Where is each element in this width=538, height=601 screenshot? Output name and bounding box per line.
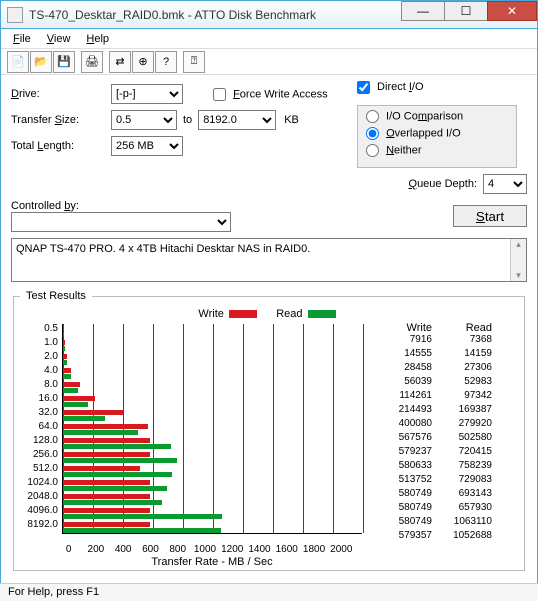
window-title: TS-470_Desktar_RAID0.bmk - ATTO Disk Ben… (29, 8, 402, 22)
col-read: Read (432, 322, 492, 334)
arrows-icon[interactable]: ⇄ (109, 51, 131, 73)
neither-radio[interactable]: Neither (366, 144, 508, 161)
chart-y-labels: 0.51.02.04.08.016.032.064.0128.0256.0512… (20, 322, 62, 544)
read-swatch-icon (308, 310, 336, 318)
queue-depth-label: Queue Depth: (409, 178, 478, 190)
overlapped-io-radio[interactable]: Overlapped I/O (366, 127, 508, 144)
results-table: Write Read 79167368145551415928458273065… (372, 322, 492, 544)
direct-io-checkbox[interactable]: Direct I/O (357, 81, 424, 93)
test-results-group: Test Results Write Read 0.51.02.04.08.01… (13, 290, 525, 571)
transfer-size-label: Transfer Size: (11, 114, 111, 126)
io-mode-group: I/O Comparison Overlapped I/O Neither (357, 105, 517, 168)
drive-select[interactable]: [-p-] (111, 84, 183, 104)
total-length-label: Total Length: (11, 140, 111, 152)
maximize-button[interactable]: ☐ (444, 1, 488, 21)
transfer-from-select[interactable]: 0.5 (111, 110, 177, 130)
close-button[interactable]: ✕ (487, 1, 537, 21)
col-write: Write (372, 322, 432, 334)
legend-read-label: Read (276, 308, 302, 320)
io-comparison-radio[interactable]: I/O Comparison (366, 110, 508, 127)
new-icon[interactable]: 📄 (7, 51, 29, 73)
controlled-by-label: Controlled by: (11, 200, 231, 212)
queue-depth-select[interactable]: 4 (483, 174, 527, 194)
menu-help[interactable]: Help (80, 31, 115, 47)
app-icon (7, 7, 23, 23)
start-button[interactable]: Start (453, 205, 527, 227)
description-text: QNAP TS-470 PRO. 4 x 4TB Hitachi Desktar… (16, 243, 310, 255)
force-write-checkbox[interactable]: Force Write Access (213, 88, 328, 101)
kb-label: KB (276, 114, 299, 126)
total-length-select[interactable]: 256 MB (111, 136, 183, 156)
status-bar: For Help, press F1 (0, 583, 538, 601)
scrollbar[interactable]: ▴▾ (510, 239, 526, 281)
menubar: File View Help (1, 29, 537, 49)
chart-x-label: Transfer Rate - MB / Sec (62, 556, 362, 568)
titlebar: TS-470_Desktar_RAID0.bmk - ATTO Disk Ben… (1, 1, 537, 29)
context-help-icon[interactable]: ⍰ (183, 51, 205, 73)
to-label: to (177, 114, 198, 126)
description-textarea[interactable]: QNAP TS-470 PRO. 4 x 4TB Hitachi Desktar… (11, 238, 527, 282)
write-swatch-icon (229, 310, 257, 318)
drive-label: Drive: (11, 88, 111, 100)
results-legend: Test Results (20, 290, 92, 302)
controlled-by-select[interactable] (11, 212, 231, 232)
menu-file[interactable]: File (7, 31, 37, 47)
menu-view[interactable]: View (41, 31, 77, 47)
open-icon[interactable]: 📂 (30, 51, 52, 73)
print-icon[interactable]: 🖨 (81, 51, 103, 73)
target-icon[interactable]: ⊕ (132, 51, 154, 73)
save-icon[interactable]: 💾 (53, 51, 75, 73)
chart-plot (62, 324, 362, 534)
chart-x-ticks: 0200400600800100012001400160018002000 (62, 544, 362, 555)
help-icon[interactable]: ? (155, 51, 177, 73)
toolbar: 📄 📂 💾 🖨 ⇄ ⊕ ? ⍰ (1, 49, 537, 75)
minimize-button[interactable]: — (401, 1, 445, 21)
legend-write-label: Write (198, 308, 223, 320)
transfer-to-select[interactable]: 8192.0 (198, 110, 276, 130)
